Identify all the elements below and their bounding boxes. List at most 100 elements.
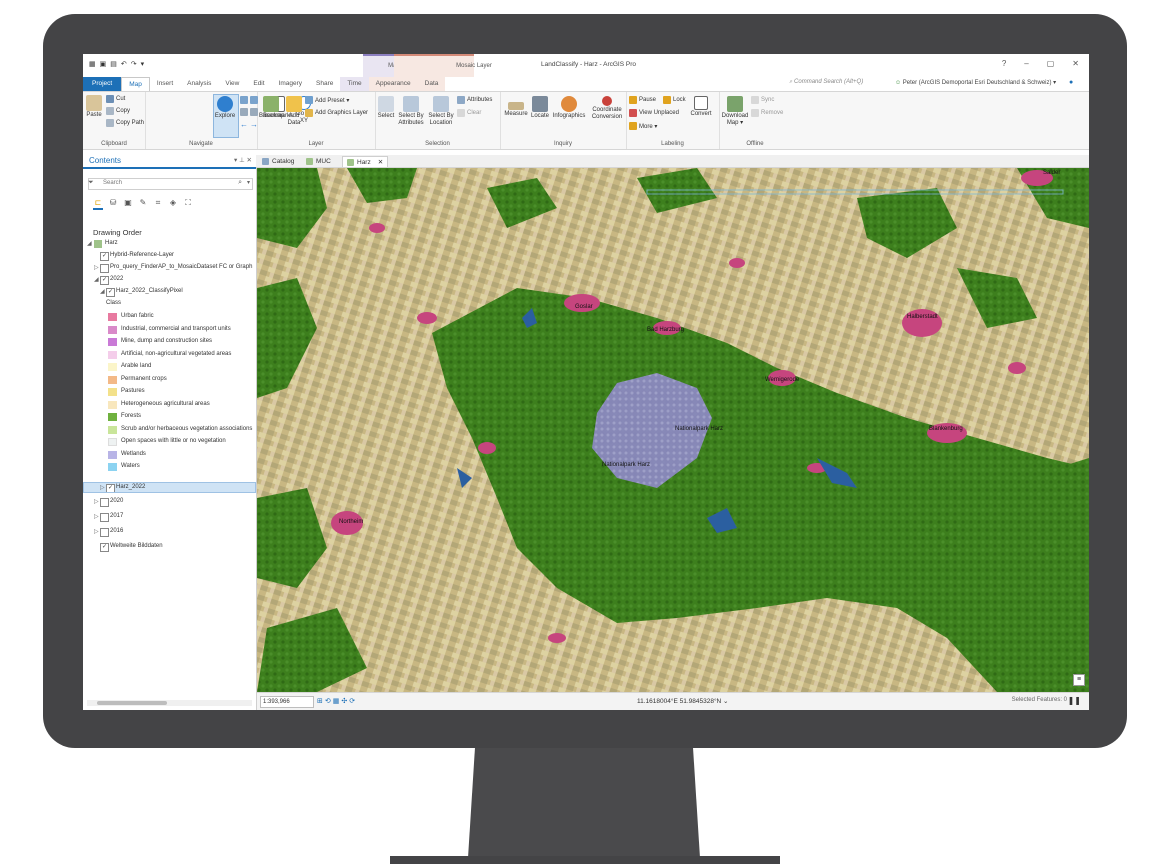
- tab-insert[interactable]: Insert: [150, 77, 180, 91]
- layer-visibility-checkbox[interactable]: ✓: [100, 543, 109, 552]
- copy-button[interactable]: Copy: [106, 107, 130, 115]
- add-data-button[interactable]: Add Data: [285, 96, 303, 127]
- view-tab-catalog[interactable]: Catalog: [258, 156, 298, 166]
- clear-selection-button[interactable]: Clear: [457, 109, 481, 117]
- layer-visibility-checkbox[interactable]: [100, 264, 109, 273]
- list-by-drawing-order-icon[interactable]: ⊏: [93, 197, 103, 210]
- pause-labeling-button[interactable]: Pause: [629, 96, 656, 104]
- pane-options-icon[interactable]: ▾ ⊥ ✕: [234, 156, 252, 164]
- infographics-button[interactable]: Infographics: [552, 96, 586, 120]
- tree-item-map-harz[interactable]: ◢ Harz: [83, 239, 256, 250]
- previous-next-extent[interactable]: ← →: [240, 120, 258, 129]
- help-button[interactable]: ?: [1002, 59, 1006, 68]
- tree-item-layer[interactable]: ✓ Hybrid-Reference-Layer: [83, 251, 256, 262]
- tree-item-group-2017[interactable]: ▷ 2017: [83, 512, 256, 523]
- command-search-input[interactable]: ⌕ Command Search (Alt+Q): [789, 79, 889, 89]
- layer-visibility-checkbox[interactable]: [100, 513, 109, 522]
- customize-toolbar-icon[interactable]: ▾: [141, 60, 145, 68]
- pause-drawing-icon[interactable]: ❚❚: [1068, 696, 1081, 705]
- expand-icon[interactable]: ▷: [100, 484, 105, 491]
- scale-selector[interactable]: 1:393,966: [260, 696, 314, 708]
- add-graphics-layer-button[interactable]: Add Graphics Layer: [305, 109, 368, 117]
- tab-share[interactable]: Share: [309, 77, 340, 91]
- select-button[interactable]: Select: [377, 96, 395, 120]
- tab-time[interactable]: Time: [340, 77, 369, 91]
- coordinate-conversion-button[interactable]: Coordinate Conversion: [590, 96, 624, 121]
- new-project-icon[interactable]: ▦: [89, 60, 96, 68]
- measure-button[interactable]: Measure: [504, 96, 528, 118]
- collapse-icon[interactable]: ◢: [87, 240, 92, 247]
- scrollbar-thumb[interactable]: [97, 701, 167, 705]
- tab-edit[interactable]: Edit: [246, 77, 271, 91]
- explore-button[interactable]: Explore: [214, 96, 236, 120]
- select-by-attributes-button[interactable]: Select By Attributes: [397, 96, 425, 127]
- expand-icon[interactable]: ▷: [94, 264, 99, 271]
- save-project-icon[interactable]: ▤: [110, 60, 117, 68]
- paste-button[interactable]: Paste: [86, 95, 102, 119]
- user-account[interactable]: ☺ Peter (ArcGIS Demoportal Esri Deutschl…: [895, 79, 1056, 86]
- grid-icon[interactable]: ⊞: [317, 698, 325, 705]
- remove-button[interactable]: Remove: [751, 109, 783, 117]
- list-by-snapping-icon[interactable]: ⌗: [153, 197, 163, 208]
- contents-search-input[interactable]: Search ⌕ ▾: [88, 178, 253, 190]
- tree-item-group-2022[interactable]: ◢ ✓ 2022: [83, 275, 256, 286]
- list-by-editing-icon[interactable]: ✎: [138, 197, 148, 208]
- maximize-button[interactable]: ▢: [1047, 59, 1055, 68]
- layer-visibility-checkbox[interactable]: [100, 498, 109, 507]
- view-tab-harz[interactable]: Harz ✕: [342, 156, 389, 167]
- tab-map[interactable]: Map: [121, 77, 150, 91]
- full-extent-tools[interactable]: [240, 108, 258, 116]
- contents-horizontal-scrollbar[interactable]: [87, 700, 252, 706]
- close-icon[interactable]: ✕: [378, 158, 383, 166]
- tree-item-layer-harz-2022[interactable]: ▷ ✓ Harz_2022: [83, 482, 256, 493]
- copy-path-button[interactable]: Copy Path: [106, 119, 144, 127]
- layer-visibility-checkbox[interactable]: ✓: [100, 252, 109, 261]
- view-tab-muc[interactable]: MUC: [302, 156, 335, 166]
- select-by-location-button[interactable]: Select By Location: [427, 96, 455, 127]
- zoom-tools[interactable]: [240, 96, 258, 104]
- chevron-down-icon[interactable]: ▾: [247, 179, 250, 186]
- layer-visibility-checkbox[interactable]: ✓: [106, 484, 115, 492]
- tree-item-layer[interactable]: ▷ Pro_query_FinderAP_to_MosaicDataset FC…: [83, 263, 256, 274]
- tab-appearance[interactable]: Appearance: [368, 77, 418, 91]
- tab-data[interactable]: Data: [417, 77, 446, 91]
- add-preset-button[interactable]: Add Preset ▾: [305, 96, 349, 104]
- view-unplaced-button[interactable]: View Unplaced: [629, 109, 679, 117]
- tab-imagery[interactable]: Imagery: [272, 77, 309, 91]
- sync-button[interactable]: Sync: [751, 96, 774, 104]
- layer-visibility-checkbox[interactable]: [100, 528, 109, 537]
- tree-item-layer-classify-pixel[interactable]: ◢ ✓ Harz_2022_ClassifyPixel: [83, 287, 256, 298]
- chevron-down-icon[interactable]: ⌄: [723, 698, 728, 705]
- layer-visibility-checkbox[interactable]: ✓: [100, 276, 109, 285]
- locate-button[interactable]: Locate: [530, 96, 550, 120]
- list-by-data-source-icon[interactable]: ⛁: [108, 197, 118, 208]
- redo-icon[interactable]: ↷: [131, 60, 137, 68]
- collapse-icon[interactable]: ◢: [94, 276, 99, 283]
- map-legend-toggle-icon[interactable]: ≡: [1073, 674, 1085, 686]
- list-by-selection-icon[interactable]: ▣: [123, 197, 133, 208]
- tree-item-group-2016[interactable]: ▷ 2016: [83, 527, 256, 538]
- land-cover-map[interactable]: Goslar Bad Harzburg Halberstadt Werniger…: [257, 168, 1089, 692]
- basemap-button[interactable]: Basemap: [259, 96, 284, 120]
- expand-icon[interactable]: ▷: [94, 528, 99, 535]
- coordinate-readout[interactable]: 11.1618004°E 51.9845328°N ⌄: [637, 697, 729, 705]
- tab-project[interactable]: Project: [83, 77, 122, 91]
- filter-icon[interactable]: ⏷: [88, 179, 94, 187]
- tree-item-basemap-layer[interactable]: ✓ Weltweite Bilddaten: [83, 542, 256, 553]
- convert-labels-button[interactable]: Convert: [688, 96, 714, 118]
- list-by-perspective-icon[interactable]: ⛶: [183, 197, 193, 208]
- collapse-icon[interactable]: ◢: [100, 288, 105, 295]
- download-map-button[interactable]: Download Map ▾: [721, 96, 749, 127]
- layer-visibility-checkbox[interactable]: ✓: [106, 288, 115, 297]
- undo-icon[interactable]: ↶: [121, 60, 127, 68]
- map-view[interactable]: Goslar Bad Harzburg Halberstadt Werniger…: [257, 168, 1089, 692]
- tab-analysis[interactable]: Analysis: [180, 77, 218, 91]
- notification-bell-icon[interactable]: ●: [1069, 79, 1073, 86]
- minimize-button[interactable]: –: [1024, 59, 1028, 68]
- more-labeling-button[interactable]: More ▾: [629, 122, 657, 130]
- tab-view[interactable]: View: [218, 77, 246, 91]
- expand-icon[interactable]: ▷: [94, 513, 99, 520]
- tree-item-group-2020[interactable]: ▷ 2020: [83, 497, 256, 508]
- attributes-button[interactable]: Attributes: [457, 96, 492, 104]
- rotation-icon[interactable]: ⟲: [325, 698, 333, 705]
